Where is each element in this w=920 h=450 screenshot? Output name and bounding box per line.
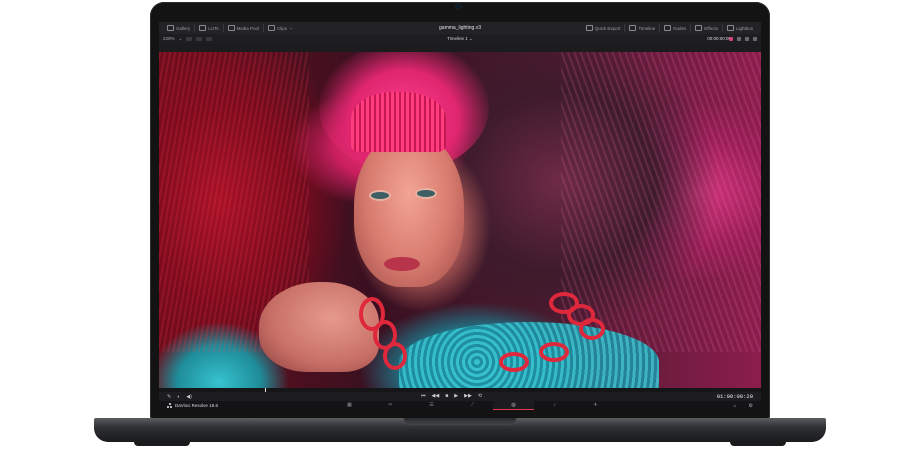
chevron-down-icon: ⌄ <box>469 35 473 41</box>
playback-controls: ⏮ ◀◀ ■ ▶ ▶▶ ⟲ <box>421 394 482 399</box>
viewer-tools <box>729 36 757 41</box>
quick-export-button[interactable]: Quick Export <box>582 24 626 32</box>
loop-button[interactable]: ⟲ <box>478 394 482 399</box>
page-tab-media[interactable]: ▦ <box>329 401 370 410</box>
camera-icon <box>456 4 461 9</box>
viewer-chain-link <box>539 342 569 362</box>
page-tab-fairlight[interactable]: ♪ <box>534 401 575 410</box>
nodes-label: Nodes <box>673 25 687 31</box>
laptop-foot-right <box>730 441 786 446</box>
timeline-icon <box>629 25 637 31</box>
viewer-hand <box>259 282 379 372</box>
go-to-end-button[interactable]: ▶▶ <box>464 394 472 399</box>
speaker-icon[interactable]: ◀) <box>186 394 192 400</box>
play-button[interactable]: ▶ <box>454 394 458 399</box>
page-tabs: ▦ ✂ ☰ ⟋ ◎ ♪ ✈ <box>329 401 616 410</box>
viewer-chain-link <box>579 318 605 340</box>
go-to-start-button[interactable]: ⏮ <box>421 394 426 399</box>
more-icon[interactable] <box>753 36 757 41</box>
viewer-lips <box>384 257 420 271</box>
top-toolbar: Gallery LUTs Media Pool Clips ⌄ gamma_lig… <box>159 22 761 34</box>
gear-icon[interactable]: ⚙ <box>749 403 753 409</box>
source-timecode[interactable]: 00:00:00:00 <box>707 36 731 41</box>
nodes-icon <box>664 25 672 31</box>
effects-icon <box>695 25 703 31</box>
timeline-button[interactable]: Timeline <box>625 24 661 32</box>
effects-button[interactable]: Effects <box>691 24 723 32</box>
viewer-header: 220% ⌄ Timeline 1 ⌄ 00:00:00:00 <box>159 34 761 43</box>
davinci-logo-icon <box>167 403 172 408</box>
lightbox-icon <box>726 25 734 31</box>
nodes-button[interactable]: Nodes <box>660 24 692 32</box>
fullscreen-icon[interactable] <box>745 36 749 41</box>
timeline-name: Timeline 1 <box>447 35 468 41</box>
transport-bar: ✎ ◐ ◀) ⏮ ◀◀ ■ ▶ ▶▶ ⟲ 01:00:00:20 <box>159 392 761 401</box>
lightbox-label: Lightbox <box>735 25 753 31</box>
quick-export-label: Quick Export <box>594 25 621 31</box>
viewer-chain-link <box>499 352 529 372</box>
page-tab-fusion[interactable]: ⟋ <box>452 401 493 410</box>
timeline-label: Timeline <box>638 25 656 31</box>
viewer-pink-bangs <box>351 92 446 152</box>
laptop-foot-left <box>134 441 190 446</box>
play-reverse-button[interactable]: ◀◀ <box>432 394 440 399</box>
viewer-chain-link <box>383 342 407 370</box>
home-icon[interactable]: ⌂ <box>733 403 736 409</box>
mask-icon[interactable]: ◐ <box>177 394 180 400</box>
stop-button[interactable]: ■ <box>445 394 448 399</box>
pen-tool-icon[interactable]: ✎ <box>167 394 171 400</box>
app-screen: Gallery LUTs Media Pool Clips ⌄ gamma_lig… <box>159 22 761 410</box>
video-viewer[interactable] <box>159 52 761 388</box>
qualifier-icon[interactable] <box>737 36 741 41</box>
viewer-eye-right <box>417 190 435 197</box>
page-navigation-bar: DaVinci Resolve 18.6 ▦ ✂ ☰ ⟋ ◎ ♪ ✈ ⌂ ⚙ <box>159 401 761 410</box>
highlight-icon[interactable] <box>729 36 733 41</box>
lightbox-button[interactable]: Lightbox <box>723 24 757 32</box>
pages-right-tools: ⌂ ⚙ <box>733 403 753 409</box>
export-icon <box>585 25 593 31</box>
laptop-opening-notch <box>404 418 516 425</box>
page-tab-deliver[interactable]: ✈ <box>575 401 616 410</box>
page-tab-cut[interactable]: ✂ <box>370 401 411 410</box>
app-brand: DaVinci Resolve 18.6 <box>167 403 218 408</box>
effects-label: Effects <box>704 25 718 31</box>
toolbar-right-group: Quick Export Timeline Nodes Effects Ligh… <box>582 24 757 32</box>
transport-left-tools: ✎ ◐ ◀) <box>167 394 192 400</box>
page-tab-edit[interactable]: ☰ <box>411 401 452 410</box>
page-tab-color[interactable]: ◎ <box>493 401 534 410</box>
app-brand-name: DaVinci Resolve 18.6 <box>175 403 218 408</box>
timeline-selector[interactable]: Timeline 1 ⌄ <box>159 36 761 42</box>
record-timecode[interactable]: 01:00:00:20 <box>717 393 753 400</box>
viewer-eye-left <box>371 192 389 199</box>
